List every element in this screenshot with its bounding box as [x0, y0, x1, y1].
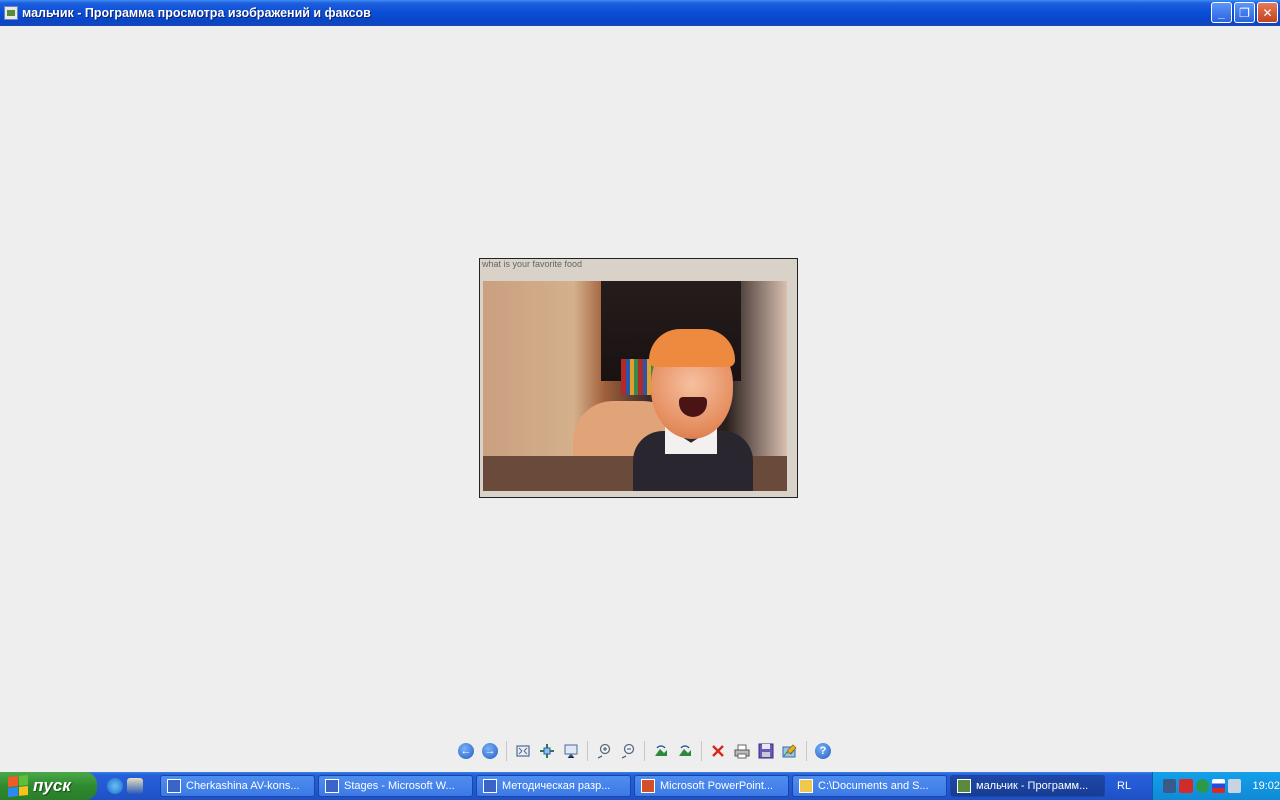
help-button[interactable]: ?	[812, 740, 834, 762]
rotate-counterclockwise-button[interactable]	[674, 740, 696, 762]
close-button[interactable]: ✕	[1257, 2, 1278, 23]
toolbar-separator	[644, 741, 645, 761]
rotate-counterclockwise-icon	[679, 745, 691, 756]
slideshow-button[interactable]	[560, 740, 582, 762]
delete-icon	[712, 745, 724, 757]
start-button[interactable]: пуск	[0, 772, 97, 800]
task-label: Cherkashina AV-kons...	[186, 780, 300, 792]
print-button[interactable]	[731, 740, 753, 762]
boy-hair	[649, 329, 735, 367]
edit-button[interactable]	[779, 740, 801, 762]
network-icon[interactable]	[1163, 779, 1177, 793]
word-icon	[167, 779, 181, 793]
viewer-toolbar: ← → ?	[454, 738, 835, 764]
image-viewer-icon	[957, 779, 971, 793]
task-button-image-viewer[interactable]: мальчик - Программ...	[950, 775, 1105, 797]
displayed-photo: what is your favorite food	[479, 258, 798, 498]
image-viewer-canvas: what is your favorite food ← → ?	[0, 26, 1280, 772]
boy-sweater	[633, 431, 753, 491]
zoom-out-button[interactable]	[617, 740, 639, 762]
clock[interactable]: 19:02	[1252, 780, 1280, 792]
word-icon	[483, 779, 497, 793]
window-title: мальчик - Программа просмотра изображени…	[22, 6, 371, 20]
toolbar-separator	[701, 741, 702, 761]
zoom-in-button[interactable]	[593, 740, 615, 762]
task-label: Методическая разр...	[502, 780, 611, 792]
zoom-out-icon	[621, 743, 635, 759]
start-label: пуск	[33, 776, 71, 795]
task-button-methodical[interactable]: Методическая разр...	[476, 775, 631, 797]
task-button-documents-folder[interactable]: C:\Documents and S...	[792, 775, 947, 797]
system-tray: 19:02	[1152, 772, 1280, 800]
edit-icon	[782, 744, 797, 758]
arrow-right-icon: →	[482, 743, 498, 759]
best-fit-button[interactable]	[512, 740, 534, 762]
save-icon	[758, 743, 774, 759]
security-icon[interactable]	[1195, 779, 1209, 793]
language-flag-icon[interactable]	[1211, 779, 1226, 793]
help-icon: ?	[815, 743, 831, 759]
title-bar[interactable]: мальчик - Программа просмотра изображени…	[0, 0, 1280, 26]
window-controls: _ ❐ ✕	[1211, 2, 1278, 23]
internet-explorer-icon[interactable]	[107, 778, 123, 794]
photo-content	[483, 281, 787, 491]
image-viewer-icon	[4, 6, 18, 20]
task-button-stages[interactable]: Stages - Microsoft W...	[318, 775, 473, 797]
task-button-powerpoint[interactable]: Microsoft PowerPoint...	[634, 775, 789, 797]
task-label: Microsoft PowerPoint...	[660, 780, 774, 792]
show-desktop-icon[interactable]	[127, 778, 143, 794]
best-fit-icon	[516, 745, 530, 757]
task-label: C:\Documents and S...	[818, 780, 929, 792]
toolbar-separator	[587, 741, 588, 761]
task-label: Stages - Microsoft W...	[344, 780, 455, 792]
word-icon	[325, 779, 339, 793]
zoom-in-icon	[597, 743, 611, 759]
actual-size-icon	[540, 744, 554, 758]
toolbar-separator	[506, 741, 507, 761]
rotate-clockwise-button[interactable]	[650, 740, 672, 762]
print-icon	[734, 744, 750, 759]
windows-logo-icon	[8, 774, 28, 798]
slideshow-icon	[564, 744, 578, 759]
folder-icon	[799, 779, 813, 793]
taskbar: пуск Cherkashina AV-kons... Stages - Mic…	[0, 772, 1280, 800]
task-label: мальчик - Программ...	[976, 780, 1089, 792]
powerpoint-icon	[641, 779, 655, 793]
quick-launch	[107, 778, 157, 794]
minimize-button[interactable]: _	[1211, 2, 1232, 23]
next-image-button[interactable]: →	[479, 740, 501, 762]
volume-icon[interactable]	[1228, 779, 1242, 793]
toolbar-separator	[806, 741, 807, 761]
actual-size-button[interactable]	[536, 740, 558, 762]
restore-button[interactable]: ❐	[1234, 2, 1255, 23]
antivirus-icon[interactable]	[1179, 779, 1193, 793]
photo-caption: what is your favorite food	[482, 259, 583, 269]
arrow-left-icon: ←	[458, 743, 474, 759]
delete-button[interactable]	[707, 740, 729, 762]
previous-image-button[interactable]: ←	[455, 740, 477, 762]
task-button-cherkashina[interactable]: Cherkashina AV-kons...	[160, 775, 315, 797]
rotate-clockwise-icon	[655, 745, 667, 756]
language-indicator[interactable]: RL	[1117, 780, 1145, 792]
save-button[interactable]	[755, 740, 777, 762]
